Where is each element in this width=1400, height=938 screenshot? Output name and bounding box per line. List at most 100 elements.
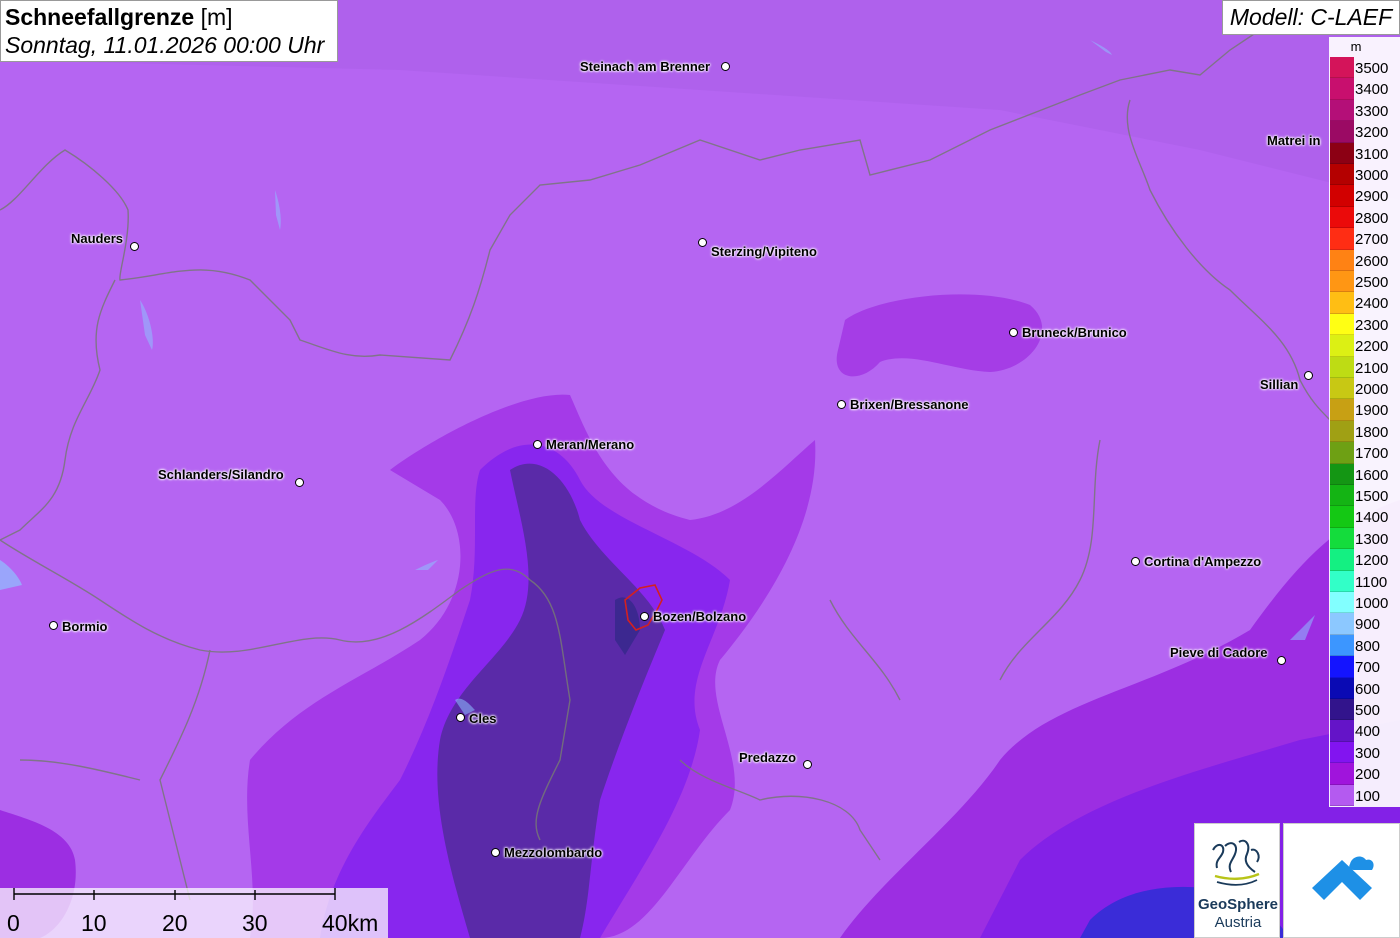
legend-row: 1400 xyxy=(1329,506,1400,528)
city-marker-icon xyxy=(721,62,730,71)
legend-swatch xyxy=(1330,527,1354,550)
city-label: Bormio xyxy=(62,619,108,634)
legend-label: 3000 xyxy=(1355,167,1389,184)
scale-label-10: 10 xyxy=(81,910,107,936)
legend-swatch xyxy=(1330,99,1354,122)
legend-unit: m xyxy=(1350,39,1362,54)
legend-swatch xyxy=(1330,442,1354,464)
legend-row: 1200 xyxy=(1329,549,1400,571)
city-label: Bozen/Bolzano xyxy=(653,609,747,624)
legend-label: 600 xyxy=(1355,680,1381,698)
legend-swatch xyxy=(1330,656,1354,678)
scale-label-0: 0 xyxy=(7,910,20,936)
legend-row: 3500 xyxy=(1329,57,1400,79)
legend-label: 2600 xyxy=(1355,252,1389,270)
legend-label: 2000 xyxy=(1355,381,1389,398)
legend-row: 1800 xyxy=(1329,420,1400,443)
legend-row: 3200 xyxy=(1329,121,1400,143)
legend-row: 1500 xyxy=(1329,485,1400,507)
city-marker-icon xyxy=(533,440,542,449)
legend-row: 2500 xyxy=(1329,271,1400,293)
legend-swatch xyxy=(1330,292,1354,314)
legend-label: 1500 xyxy=(1355,488,1389,505)
legend-label: 2100 xyxy=(1355,359,1389,377)
city-label: Mezzolombardo xyxy=(504,845,603,860)
legend-swatch xyxy=(1330,399,1354,421)
legend-swatch xyxy=(1330,313,1354,336)
legend-label: 3500 xyxy=(1355,60,1389,77)
legend-label: 2400 xyxy=(1355,295,1389,313)
legend-label: 2500 xyxy=(1355,274,1389,291)
legend-label: 2700 xyxy=(1355,231,1389,249)
legend-row: 200 xyxy=(1329,763,1400,785)
legend-row: 100 xyxy=(1329,784,1400,806)
model-label: Modell: C-LAEF xyxy=(1222,0,1400,35)
legend-row: 2900 xyxy=(1329,185,1400,207)
geosphere-country: Austria xyxy=(1214,914,1262,931)
legend-row: 1300 xyxy=(1329,527,1400,550)
legend-swatch xyxy=(1330,335,1354,357)
legend-row: 1000 xyxy=(1329,592,1400,614)
legend-row: 1900 xyxy=(1329,399,1400,421)
city-marker-icon xyxy=(491,848,500,857)
legend-label: 400 xyxy=(1355,723,1381,741)
city-marker-icon xyxy=(295,478,304,487)
weather-app-logo xyxy=(1283,823,1400,938)
scale-bar: 0 10 20 30 40km xyxy=(0,888,388,938)
legend-swatch xyxy=(1330,506,1354,528)
legend-label: 1600 xyxy=(1355,466,1389,484)
legend-row: 900 xyxy=(1329,613,1400,635)
city-marker-icon xyxy=(698,238,707,247)
legend-label: 500 xyxy=(1355,702,1381,719)
city-label: Nauders xyxy=(71,231,124,246)
legend-row: 2800 xyxy=(1329,206,1400,229)
city-label: Meran/Merano xyxy=(546,437,635,452)
map-subtitle: Sonntag, 11.01.2026 00:00 Uhr xyxy=(5,32,325,58)
legend-row: 1700 xyxy=(1329,442,1400,464)
city-label: Sterzing/Vipiteno xyxy=(711,244,817,259)
legend-row: 800 xyxy=(1329,634,1400,657)
legend-label: 200 xyxy=(1355,766,1381,784)
legend-swatch xyxy=(1330,249,1354,271)
arrow-cloud-icon xyxy=(1312,856,1374,900)
legend-label: 1700 xyxy=(1355,445,1389,463)
legend-row: 2400 xyxy=(1329,292,1400,314)
legend-label: 700 xyxy=(1355,659,1381,677)
legend-swatch xyxy=(1330,420,1354,443)
city-label: Cles xyxy=(469,711,497,726)
city-label: Steinach am Brenner xyxy=(580,59,711,74)
geosphere-emblem-icon xyxy=(1212,839,1260,886)
scale-bar-line xyxy=(13,888,336,900)
legend-swatch xyxy=(1330,784,1354,806)
legend-swatch xyxy=(1330,57,1354,79)
legend-swatch xyxy=(1330,570,1354,592)
city-label: Bruneck/Brunico xyxy=(1022,325,1127,340)
city-marker-icon xyxy=(1277,656,1286,665)
legend-label: 1300 xyxy=(1355,530,1389,548)
legend-row: 500 xyxy=(1329,699,1400,721)
legend-swatch xyxy=(1330,378,1354,400)
legend-label: 300 xyxy=(1355,744,1381,762)
legend-label: 2300 xyxy=(1355,316,1389,334)
legend-swatch xyxy=(1330,271,1354,293)
legend-swatch xyxy=(1330,185,1354,207)
legend-swatch xyxy=(1330,121,1354,143)
city-marker-icon xyxy=(456,713,465,722)
legend-swatch xyxy=(1330,699,1354,721)
city-marker-icon xyxy=(130,242,139,251)
legend-label: 100 xyxy=(1355,787,1381,805)
legend-label: 1000 xyxy=(1355,595,1389,612)
legend-swatch xyxy=(1330,78,1354,100)
city-marker-icon xyxy=(1304,371,1313,380)
geosphere-logo: GeoSphere Austria xyxy=(1194,823,1280,938)
scale-label-20: 20 xyxy=(162,910,188,936)
legend-row: 2100 xyxy=(1329,356,1400,378)
legend-row: 3100 xyxy=(1329,142,1400,164)
legend-label: 1200 xyxy=(1355,552,1389,570)
legend-row: 2000 xyxy=(1329,378,1400,400)
city-marker-icon xyxy=(837,400,846,409)
legend-label: 1100 xyxy=(1355,573,1388,591)
city-label: Predazzo xyxy=(739,750,797,765)
legend-swatch xyxy=(1330,613,1354,635)
legend-row: 400 xyxy=(1329,720,1400,742)
